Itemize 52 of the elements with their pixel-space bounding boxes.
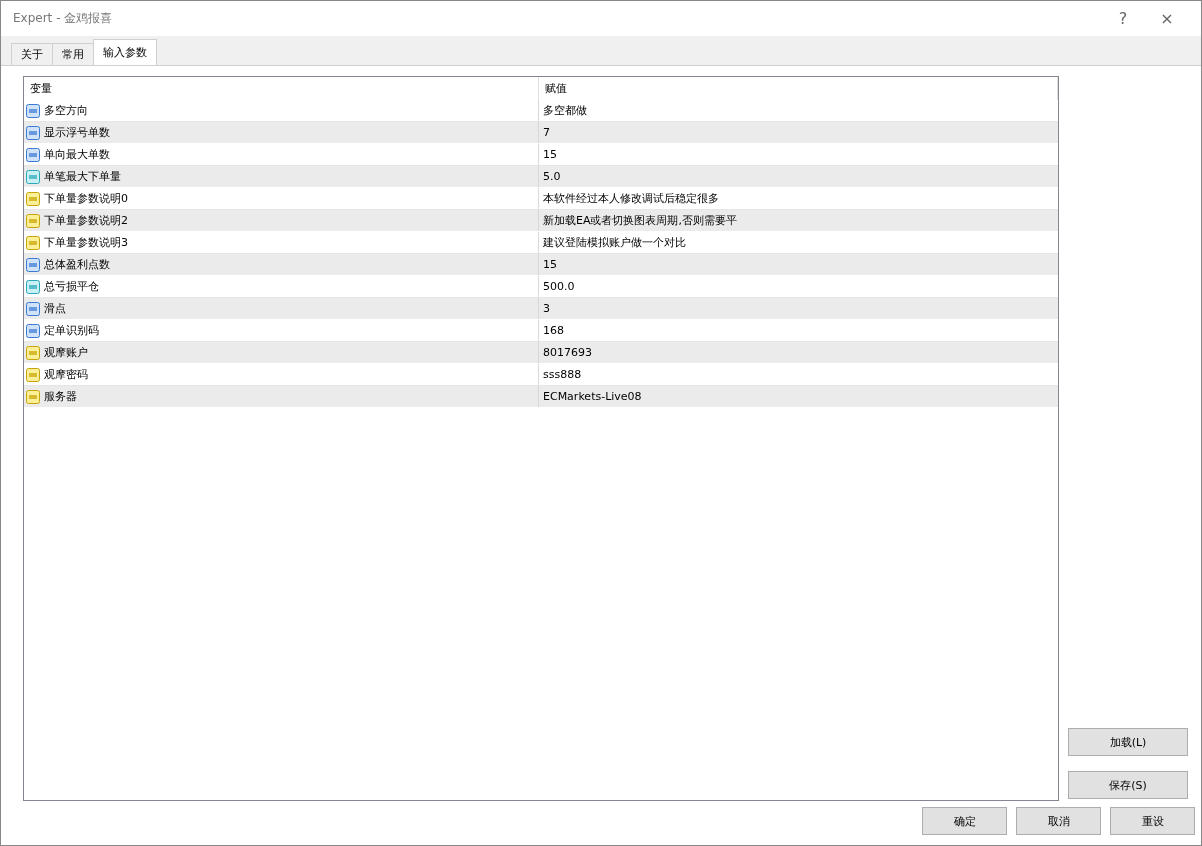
table-cell-text: 本软件经过本人修改调试后稳定很多 <box>542 191 720 207</box>
tab[interactable]: 关于 <box>11 43 53 65</box>
table-cell-text: 7 <box>542 125 551 141</box>
table-cell-text: ECMarkets-Live08 <box>542 389 643 405</box>
string-type-icon <box>26 345 40 360</box>
table-cell: 观摩密码 <box>44 367 88 382</box>
table-cell-text: 15 <box>542 147 558 163</box>
table-cell: 单向最大单数 <box>44 147 110 162</box>
table-cell: 定单识别码 <box>44 323 99 338</box>
table-cell-text: 新加载EA或者切换图表周期,否则需要平 <box>542 213 738 229</box>
table-cell-text: 8017693 <box>542 345 593 361</box>
save-button[interactable]: 保存(S) <box>1068 771 1188 799</box>
string-type-icon <box>26 367 40 382</box>
string-type-icon <box>26 213 40 228</box>
table-cell: 下单量参数说明2 <box>44 213 128 228</box>
table-cell: 观摩账户 <box>44 345 88 360</box>
load-button[interactable]: 加载(L) <box>1068 728 1188 756</box>
double-type-icon <box>26 279 40 294</box>
table-cell-text: 3 <box>542 301 551 317</box>
table-cell-text: sss888 <box>542 367 583 383</box>
string-type-icon <box>26 235 40 250</box>
dialog-button[interactable]: 确定 <box>922 807 1007 835</box>
table-cell: 单笔最大下单量 <box>44 169 121 184</box>
close-button[interactable]: × <box>1145 8 1189 28</box>
table-cell-text: 多空都做 <box>542 103 588 119</box>
int-type-icon <box>26 323 40 338</box>
help-button[interactable]: ? <box>1101 8 1145 28</box>
double-type-icon <box>26 169 40 184</box>
table-cell-text: 建议登陆模拟账户做一个对比 <box>542 235 687 251</box>
int-type-icon <box>26 147 40 162</box>
int-type-icon <box>26 103 40 118</box>
string-type-icon <box>26 191 40 206</box>
table-cell: 总体盈利点数 <box>44 257 110 272</box>
table-cell-text: 15 <box>542 257 558 273</box>
table-cell: 下单量参数说明0 <box>44 191 128 206</box>
table-cell: 显示浮号单数 <box>44 125 110 140</box>
table-cell: 服务器 <box>44 389 77 404</box>
tab[interactable]: 输入参数 <box>93 39 157 65</box>
dialog-button[interactable]: 取消 <box>1016 807 1101 835</box>
string-type-icon <box>26 389 40 404</box>
table-cell: 总亏损平仓 <box>44 279 99 294</box>
int-type-icon <box>26 125 40 140</box>
table-cell-text: 5.0 <box>542 169 562 185</box>
table-cell: 滑点 <box>44 301 66 316</box>
table-cell: 下单量参数说明3 <box>44 235 128 250</box>
int-type-icon <box>26 257 40 272</box>
dialog-button[interactable]: 重设 <box>1110 807 1195 835</box>
table-cell-text: 168 <box>542 323 565 339</box>
window-title: Expert - 金鸡报喜 <box>13 9 114 27</box>
int-type-icon <box>26 301 40 316</box>
table-cell-text: 500.0 <box>542 279 576 295</box>
table-cell: 多空方向 <box>44 103 88 118</box>
